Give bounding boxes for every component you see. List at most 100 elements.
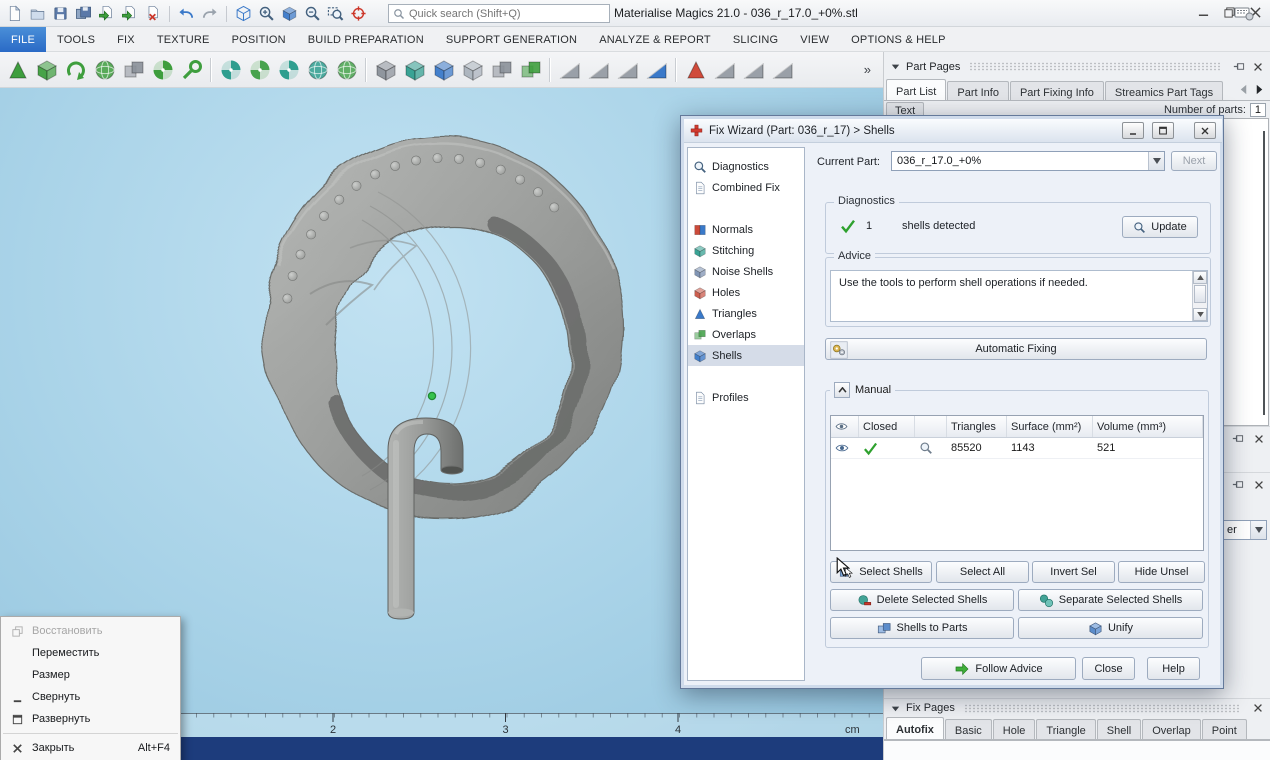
tab-scroll-right-icon[interactable] bbox=[1252, 82, 1267, 96]
advice-scrollbar[interactable] bbox=[1192, 271, 1207, 321]
fix-wizard-titlebar[interactable]: Fix Wizard (Part: 036_r_17) > Shells bbox=[684, 119, 1222, 143]
surface-column-header[interactable]: Surface (mm²) bbox=[1007, 416, 1093, 437]
close-panel-icon[interactable] bbox=[1250, 701, 1265, 715]
save-all-icon[interactable] bbox=[73, 3, 94, 24]
close-panel-icon[interactable] bbox=[1251, 478, 1266, 492]
follow-advice-button[interactable]: Follow Advice bbox=[921, 657, 1076, 680]
menu-item-slicing[interactable]: SLICING bbox=[722, 27, 789, 52]
pin-icon[interactable] bbox=[1230, 478, 1245, 492]
close-panel-icon[interactable] bbox=[1251, 432, 1266, 446]
system-menu-maximize[interactable]: Развернуть bbox=[1, 708, 180, 730]
system-menu-size[interactable]: Размер bbox=[1, 664, 180, 686]
zoom-in-icon[interactable] bbox=[256, 3, 277, 24]
tab-basic[interactable]: Basic bbox=[944, 719, 992, 739]
panel-grip[interactable] bbox=[963, 703, 1241, 713]
select-shells-button[interactable]: Select Shells bbox=[830, 561, 932, 583]
inspect-column-header[interactable] bbox=[915, 416, 947, 437]
wizard-page-combined-fix[interactable]: Combined Fix bbox=[688, 177, 804, 198]
slice-stack-icon[interactable] bbox=[614, 55, 641, 85]
import-part-icon[interactable] bbox=[4, 55, 31, 85]
support-generation-icon[interactable] bbox=[682, 55, 709, 85]
close-panel-icon[interactable] bbox=[1250, 60, 1265, 74]
dialog-minimize-button[interactable] bbox=[1122, 122, 1144, 139]
tab-scroll-left-icon[interactable] bbox=[1236, 82, 1251, 96]
shell-select-icon[interactable] bbox=[217, 55, 244, 85]
system-menu-minimize[interactable]: Свернуть bbox=[1, 686, 180, 708]
dialog-close-button[interactable] bbox=[1194, 122, 1216, 139]
selection-cube-icon[interactable] bbox=[233, 3, 254, 24]
panel-grip[interactable] bbox=[969, 62, 1222, 71]
parts-group-icon[interactable] bbox=[488, 55, 515, 85]
import-file-icon[interactable] bbox=[96, 3, 117, 24]
rotate-part-icon[interactable] bbox=[62, 55, 89, 85]
current-part-dropdown[interactable]: 036_r_17.0_+0% bbox=[891, 151, 1165, 171]
tab-part-list[interactable]: Part List bbox=[886, 79, 947, 101]
tab-triangle[interactable]: Triangle bbox=[1036, 719, 1096, 739]
save-file-icon[interactable] bbox=[50, 3, 71, 24]
menu-item-file[interactable]: FILE bbox=[0, 27, 47, 52]
pin-icon[interactable] bbox=[1231, 60, 1246, 74]
wizard-page-noise-shells[interactable]: Noise Shells bbox=[688, 261, 804, 282]
help-button[interactable]: Help bbox=[1147, 657, 1200, 680]
edit-part-icon[interactable] bbox=[178, 55, 205, 85]
globe-select-icon[interactable] bbox=[333, 55, 360, 85]
minimize-button[interactable] bbox=[1190, 2, 1216, 23]
export-platform-icon[interactable] bbox=[372, 55, 399, 85]
next-button[interactable]: Next bbox=[1171, 151, 1217, 171]
hidden-panel-dropdown[interactable]: er bbox=[1221, 520, 1267, 540]
scroll-up-icon[interactable] bbox=[1193, 271, 1207, 284]
undo-icon[interactable] bbox=[176, 3, 197, 24]
collapse-chevron-icon[interactable] bbox=[834, 382, 850, 398]
view-cube-icon[interactable] bbox=[279, 3, 300, 24]
new-file-icon[interactable] bbox=[4, 3, 25, 24]
open-file-icon[interactable] bbox=[27, 3, 48, 24]
wizard-page-triangles[interactable]: Triangles bbox=[688, 303, 804, 324]
select-all-button[interactable]: Select All bbox=[936, 561, 1029, 583]
separate-selected-shells-button[interactable]: Separate Selected Shells bbox=[1018, 589, 1203, 611]
chevron-down-icon[interactable] bbox=[1148, 152, 1164, 170]
pin-icon[interactable] bbox=[1230, 432, 1245, 446]
search-input[interactable] bbox=[409, 7, 605, 20]
fix-part-icon[interactable] bbox=[149, 55, 176, 85]
mirror-part-icon[interactable] bbox=[120, 55, 147, 85]
shells-to-parts-button[interactable]: Shells to Parts bbox=[830, 617, 1014, 639]
menu-item-analyze-report[interactable]: ANALYZE & REPORT bbox=[588, 27, 722, 52]
visible-eye-icon[interactable] bbox=[831, 438, 859, 458]
close-dialog-button[interactable]: Close bbox=[1082, 657, 1135, 680]
platform-cube-icon[interactable] bbox=[459, 55, 486, 85]
customize-ui-icon[interactable] bbox=[1234, 5, 1254, 21]
plane-select-icon[interactable] bbox=[275, 55, 302, 85]
toolbar-overflow-button[interactable]: » bbox=[864, 62, 879, 77]
closed-column-header[interactable]: Closed bbox=[859, 416, 915, 437]
sphere-select-icon[interactable] bbox=[304, 55, 331, 85]
slice-view-icon[interactable] bbox=[556, 55, 583, 85]
tab-hole[interactable]: Hole bbox=[992, 719, 1036, 739]
support-ramp2-icon[interactable] bbox=[740, 55, 767, 85]
tab-autofix[interactable]: Autofix bbox=[886, 717, 944, 739]
zoom-out-icon[interactable] bbox=[302, 3, 323, 24]
menu-item-options-help[interactable]: OPTIONS & HELP bbox=[840, 27, 957, 52]
menu-item-build-preparation[interactable]: BUILD PREPARATION bbox=[297, 27, 435, 52]
tab-point[interactable]: Point bbox=[1201, 719, 1247, 739]
menu-item-support-generation[interactable]: SUPPORT GENERATION bbox=[435, 27, 588, 52]
support-ramp3-icon[interactable] bbox=[769, 55, 796, 85]
tab-part-info[interactable]: Part Info bbox=[947, 81, 1009, 101]
close-part-icon[interactable] bbox=[142, 3, 163, 24]
update-button[interactable]: Update bbox=[1122, 216, 1198, 238]
rescale-part-icon[interactable] bbox=[91, 55, 118, 85]
delete-selected-shells-button[interactable]: Delete Selected Shells bbox=[830, 589, 1014, 611]
wizard-page-diagnostics[interactable]: Diagnostics bbox=[688, 156, 804, 177]
slice-blue-icon[interactable] bbox=[643, 55, 670, 85]
build-cube-icon[interactable] bbox=[430, 55, 457, 85]
tab-part-fixing-info[interactable]: Part Fixing Info bbox=[1009, 81, 1104, 101]
zoom-window-icon[interactable] bbox=[325, 3, 346, 24]
wizard-page-shells[interactable]: Shells bbox=[688, 345, 804, 366]
scroll-thumb[interactable] bbox=[1194, 285, 1206, 303]
tab-overlap[interactable]: Overlap bbox=[1142, 719, 1201, 739]
volume-column-header[interactable]: Volume (mm³) bbox=[1093, 416, 1203, 437]
menu-item-view[interactable]: VIEW bbox=[789, 27, 840, 52]
collapse-icon[interactable] bbox=[889, 702, 902, 715]
wizard-page-stitching[interactable]: Stitching bbox=[688, 240, 804, 261]
unify-button[interactable]: Unify bbox=[1018, 617, 1203, 639]
machine-cube-icon[interactable] bbox=[401, 55, 428, 85]
